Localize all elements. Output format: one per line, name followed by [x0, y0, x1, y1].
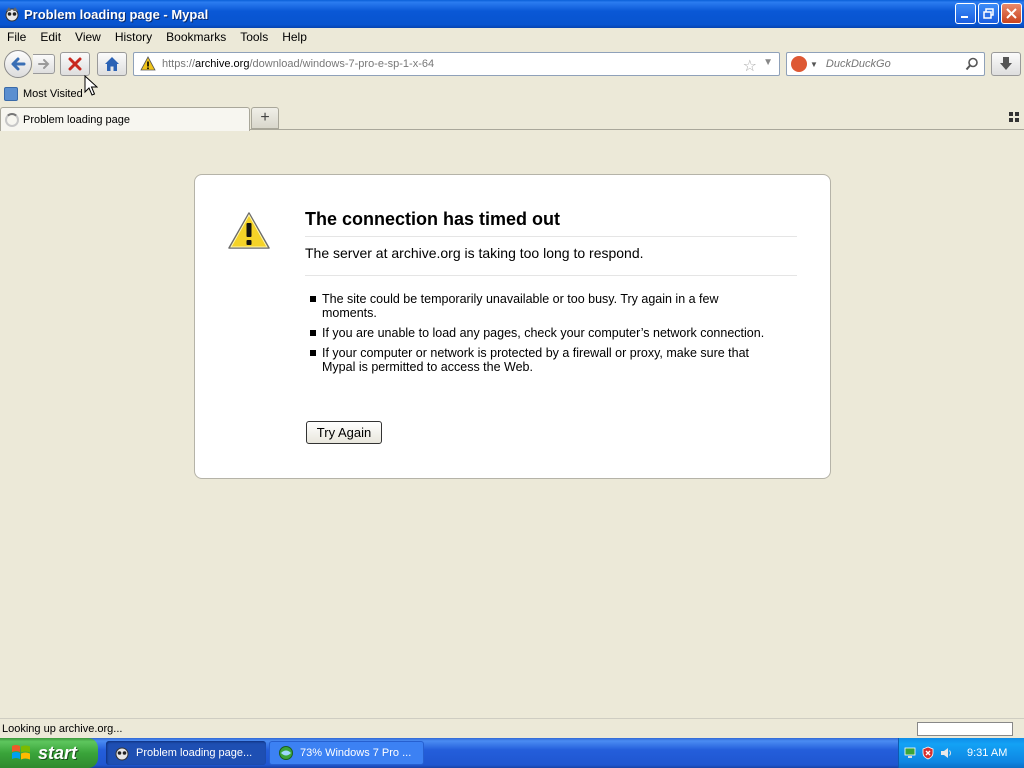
- taskbar-item-mypal[interactable]: Problem loading page...: [106, 741, 266, 765]
- stop-x-icon: [68, 57, 82, 71]
- url-path: /download/windows-7-pro-e-sp-1-x-64: [249, 58, 435, 70]
- url-dropdown-icon[interactable]: ▼: [763, 57, 773, 68]
- taskbar: start Problem loading page... 73% Window…: [0, 738, 1024, 768]
- stop-button[interactable]: [60, 52, 90, 76]
- bookmark-label: Most Visited: [23, 88, 83, 100]
- status-text: Looking up archive.org...: [2, 722, 123, 735]
- menu-file[interactable]: File: [0, 30, 33, 44]
- home-icon: [105, 57, 119, 71]
- error-suggestions: The site could be temporarily unavailabl…: [305, 292, 765, 380]
- download-arrow-icon: [1000, 57, 1012, 70]
- error-description: The server at archive.org is taking too …: [305, 245, 797, 276]
- url-text: https://archive.org/download/windows-7-p…: [162, 58, 434, 70]
- page-content: The connection has timed out The server …: [0, 131, 1024, 718]
- restore-button[interactable]: [978, 3, 999, 24]
- volume-icon[interactable]: [939, 746, 953, 760]
- mouse-cursor-icon: [84, 75, 98, 96]
- warning-icon: [140, 56, 156, 71]
- tab-problem-loading[interactable]: Problem loading page: [0, 107, 250, 131]
- status-bar: Looking up archive.org...: [0, 718, 1024, 738]
- bookmark-most-visited[interactable]: Most Visited: [4, 87, 83, 101]
- mypal-app-icon: [5, 7, 19, 22]
- home-button[interactable]: [97, 52, 127, 76]
- loading-spinner-icon: [5, 112, 19, 127]
- search-input[interactable]: [825, 58, 966, 70]
- clock[interactable]: 9:31 AM: [967, 747, 1007, 759]
- download-button[interactable]: [991, 52, 1021, 76]
- security-shield-icon[interactable]: [921, 746, 935, 760]
- magnifier-icon[interactable]: [965, 57, 979, 71]
- tab-label: Problem loading page: [23, 113, 131, 126]
- window-title: Problem loading page - Mypal: [24, 6, 209, 22]
- menu-edit[interactable]: Edit: [33, 30, 68, 44]
- url-bar[interactable]: https://archive.org/download/windows-7-p…: [133, 52, 780, 76]
- try-again-button[interactable]: Try Again: [306, 421, 382, 444]
- download-manager-icon: [279, 746, 293, 760]
- taskbar-item-label: 73% Windows 7 Pro ...: [300, 747, 412, 759]
- minimize-button[interactable]: [955, 3, 976, 24]
- url-scheme: https://: [162, 58, 196, 70]
- navigation-toolbar: https://archive.org/download/windows-7-p…: [0, 48, 1024, 80]
- back-button[interactable]: [4, 50, 32, 78]
- forward-arrow-icon: [37, 59, 49, 69]
- taskbar-item-download[interactable]: 73% Windows 7 Pro ...: [269, 741, 424, 765]
- engine-dropdown-icon[interactable]: ▼: [810, 60, 818, 69]
- restore-icon: [983, 8, 994, 19]
- menu-history[interactable]: History: [108, 30, 159, 44]
- new-tab-button[interactable]: +: [251, 107, 279, 129]
- suggestion-item: If your computer or network is protected…: [305, 346, 765, 374]
- menu-bookmarks[interactable]: Bookmarks: [159, 30, 233, 44]
- menu-bar: File Edit View History Bookmarks Tools H…: [0, 28, 1024, 46]
- taskbar-item-label: Problem loading page...: [136, 747, 253, 759]
- window-controls: [955, 3, 1022, 24]
- tab-strip: Problem loading page +: [0, 105, 1024, 131]
- url-host: archive.org: [195, 58, 250, 70]
- windows-flag-icon: [12, 745, 30, 760]
- system-tray: 9:31 AM: [898, 738, 1024, 768]
- error-panel: The connection has timed out The server …: [194, 174, 831, 479]
- status-progress: [917, 722, 1013, 736]
- suggestion-item: If you are unable to load any pages, che…: [305, 326, 765, 340]
- title-bar[interactable]: Problem loading page - Mypal: [0, 0, 1024, 28]
- minimize-icon: [961, 16, 968, 18]
- suggestion-item: The site could be temporarily unavailabl…: [305, 292, 765, 320]
- duckduckgo-engine-icon[interactable]: [791, 56, 807, 72]
- folder-icon: [4, 87, 18, 101]
- menu-view[interactable]: View: [68, 30, 108, 44]
- star-icon[interactable]: ☆: [743, 56, 757, 76]
- forward-button[interactable]: [33, 54, 55, 74]
- warning-triangle-icon: [228, 212, 270, 249]
- tab-list-icon[interactable]: [1008, 111, 1020, 123]
- start-label: start: [38, 742, 78, 763]
- close-icon: [1006, 8, 1017, 19]
- network-icon[interactable]: [903, 746, 917, 760]
- mypal-app-icon: [115, 747, 129, 761]
- bookmarks-toolbar: Most Visited: [0, 84, 1024, 104]
- menu-help[interactable]: Help: [275, 30, 314, 44]
- error-title: The connection has timed out: [305, 209, 797, 237]
- start-button[interactable]: start: [0, 738, 98, 768]
- back-arrow-icon: [11, 57, 26, 71]
- menu-tools[interactable]: Tools: [233, 30, 275, 44]
- plus-icon: +: [260, 109, 270, 126]
- search-bar[interactable]: ▼: [786, 52, 985, 76]
- close-button[interactable]: [1001, 3, 1022, 24]
